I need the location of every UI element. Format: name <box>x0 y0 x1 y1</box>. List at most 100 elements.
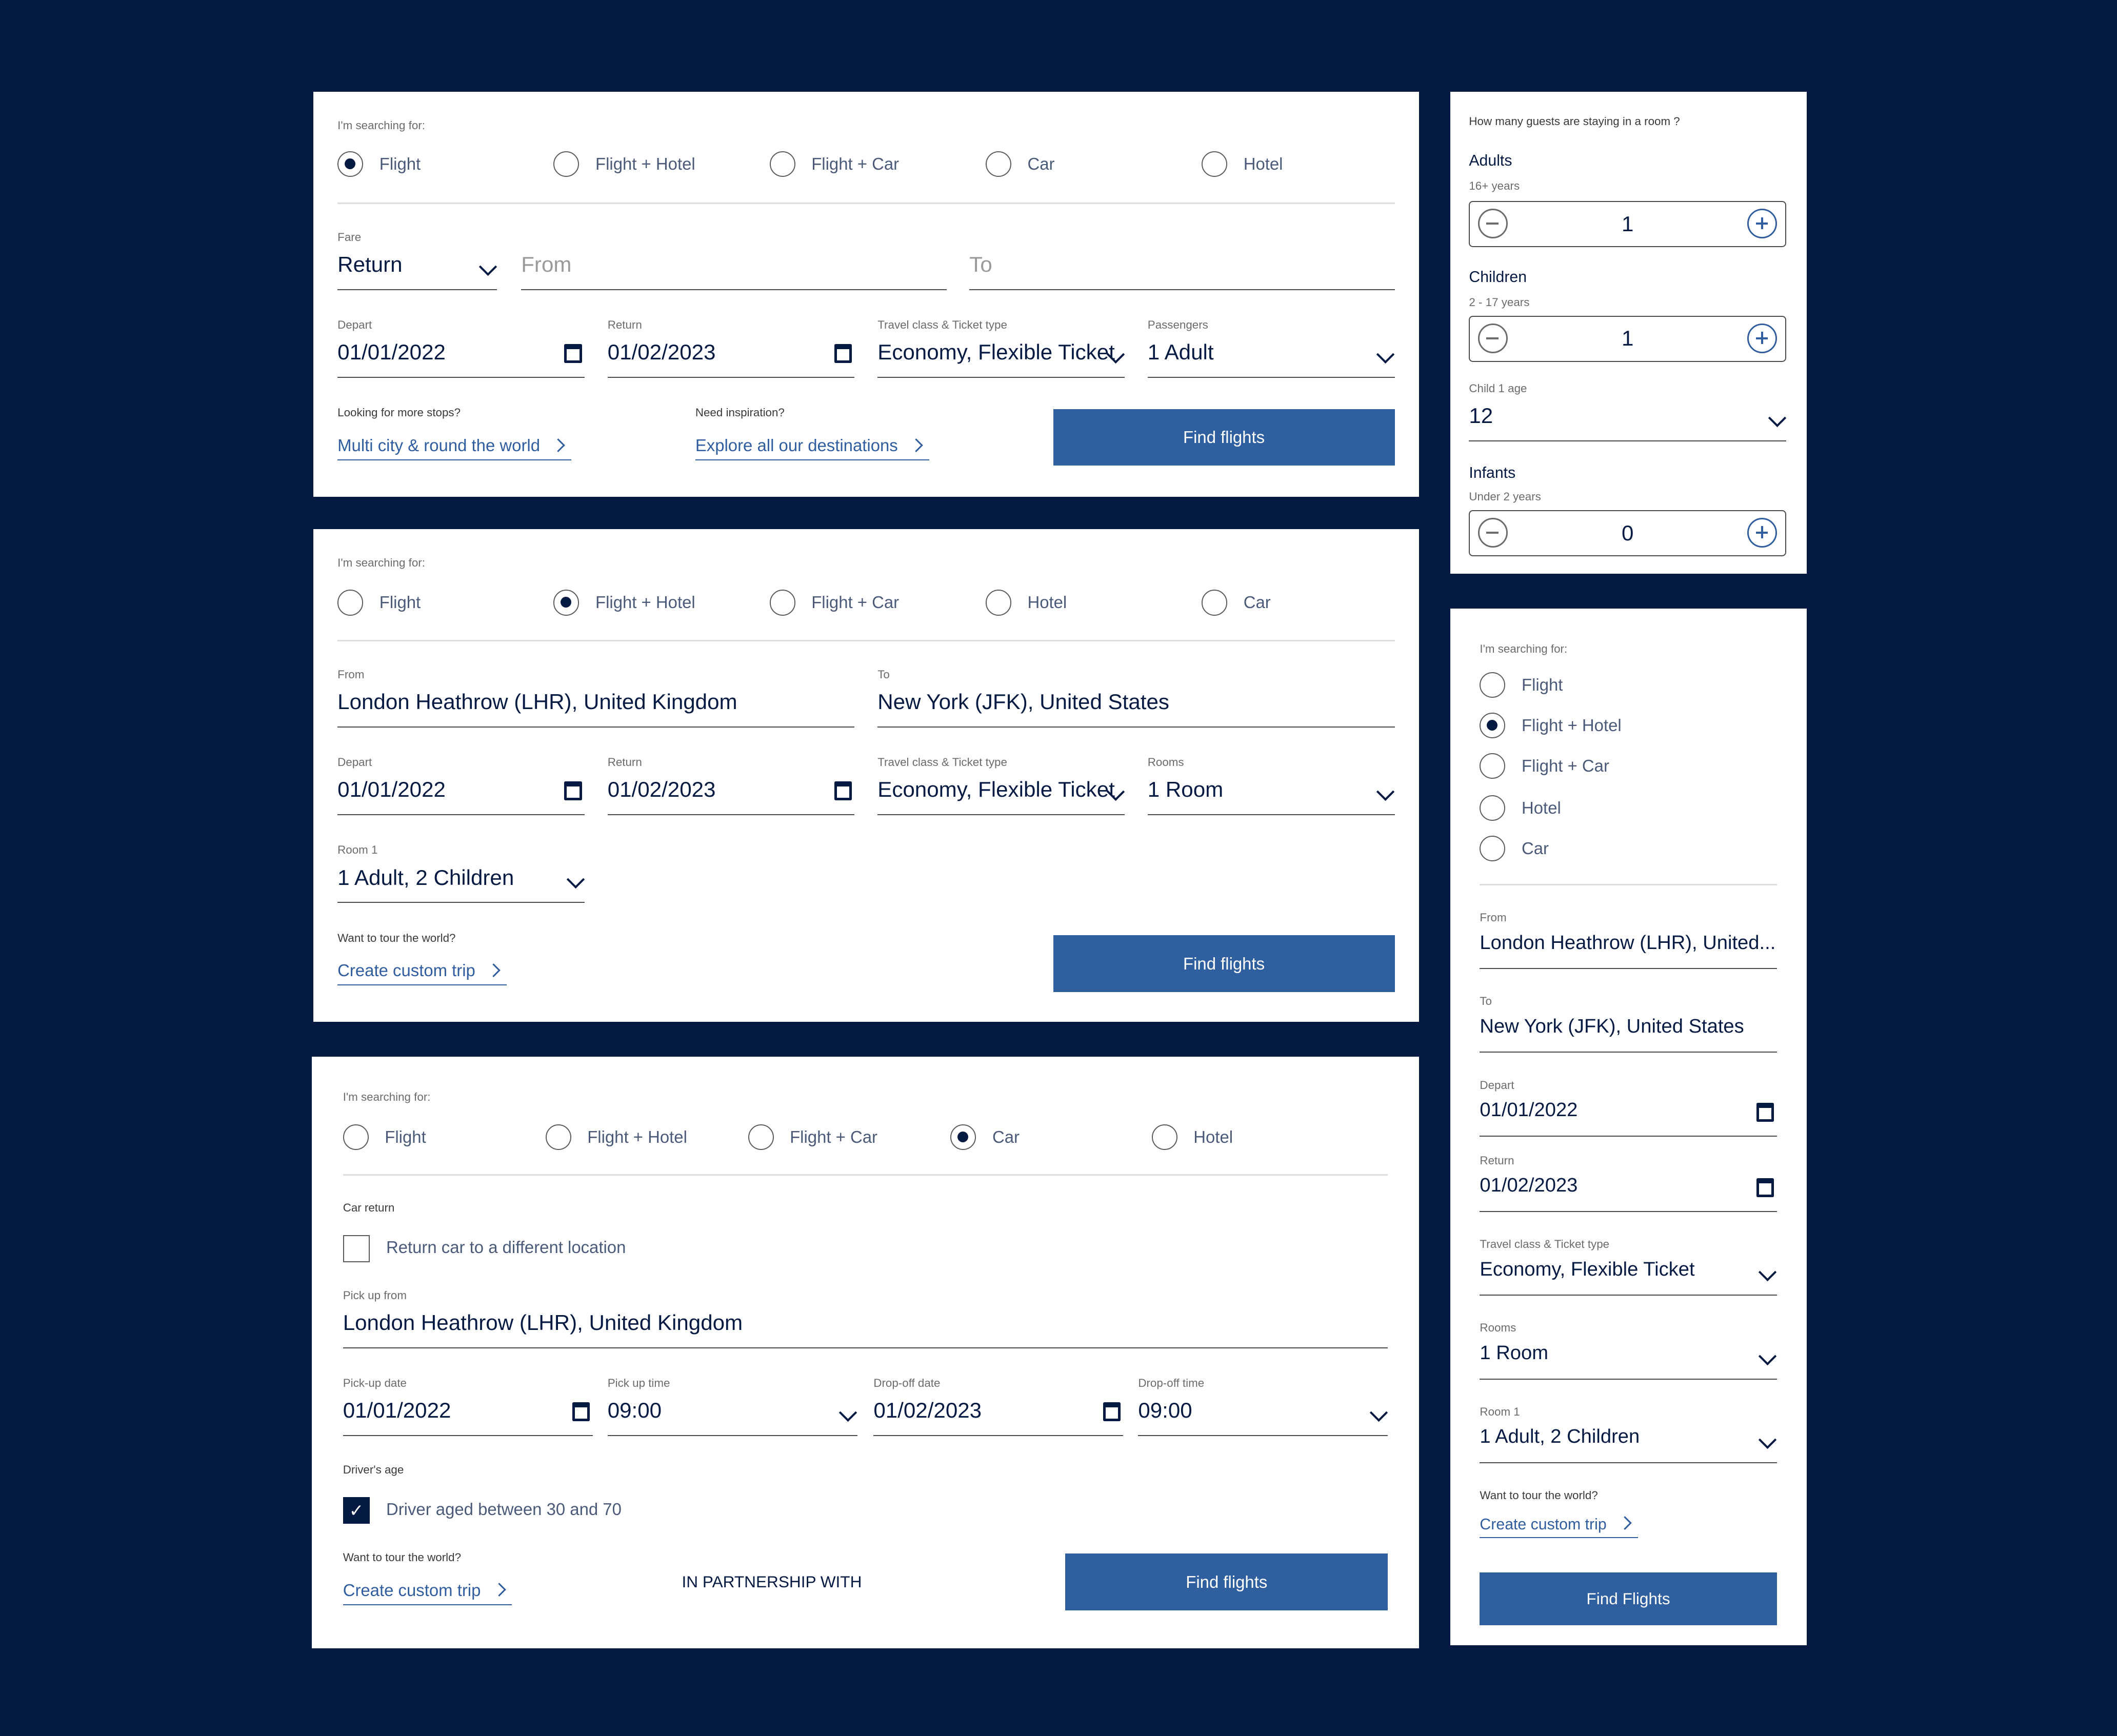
radio-button[interactable] <box>950 1124 976 1150</box>
create-custom-trip-link[interactable]: Create custom trip <box>337 961 507 986</box>
radio-button[interactable] <box>1151 1124 1177 1150</box>
radio-hotel[interactable]: Hotel <box>1151 1124 1233 1150</box>
find-flights-button[interactable]: Find Flights <box>1480 1572 1777 1625</box>
radio-flight-car[interactable]: Flight + Car <box>769 590 899 616</box>
radio-flight-car[interactable]: Flight + Car <box>748 1124 878 1150</box>
create-custom-trip-link[interactable]: Create custom trip <box>1480 1516 1638 1539</box>
calendar-icon[interactable] <box>564 344 582 364</box>
dropoff-date-field[interactable]: 01/02/2023 <box>873 1393 1124 1437</box>
fare-select[interactable]: Return <box>337 247 497 290</box>
divider <box>1480 884 1777 886</box>
return-date-field[interactable]: 01/02/2023 <box>1480 1169 1777 1213</box>
depart-date-field[interactable]: 01/01/2022 <box>337 335 585 378</box>
radio-flight[interactable]: Flight <box>1480 672 1563 698</box>
radio-button[interactable] <box>1480 835 1506 861</box>
radio-car[interactable]: Car <box>985 151 1054 177</box>
find-flights-button[interactable]: Find flights <box>1053 409 1395 466</box>
radio-hotel[interactable]: Hotel <box>1202 151 1283 177</box>
depart-date-field[interactable]: 01/01/2022 <box>1480 1093 1777 1137</box>
depart-date-field[interactable]: 01/01/2022 <box>337 772 585 816</box>
travel-class-select[interactable]: Economy, Flexible Ticket <box>1480 1253 1777 1296</box>
return-different-checkbox[interactable] <box>343 1235 370 1262</box>
plus-icon[interactable] <box>1747 324 1778 354</box>
mobile-search-card: I'm searching for: Flight Flight + Hotel… <box>1450 609 1807 1646</box>
children-sub: 2 - 17 years <box>1469 295 1530 309</box>
radio-hotel[interactable]: Hotel <box>985 590 1067 616</box>
return-date-field[interactable]: 01/02/2023 <box>607 335 855 378</box>
create-custom-trip-link[interactable]: Create custom trip <box>343 1581 512 1605</box>
child-age-select[interactable]: 12 <box>1469 398 1787 441</box>
to-input[interactable]: To <box>969 247 1395 290</box>
radio-hotel[interactable]: Hotel <box>1480 795 1561 821</box>
infants-sub: Under 2 years <box>1469 490 1541 503</box>
room1-select[interactable]: 1 Adult, 2 Children <box>337 860 585 903</box>
from-label: From <box>1480 911 1507 924</box>
radio-button[interactable] <box>748 1124 774 1150</box>
rooms-select[interactable]: 1 Room <box>1147 772 1395 816</box>
to-input[interactable]: New York (JFK), United States <box>1480 1010 1777 1053</box>
radio-car[interactable]: Car <box>1480 835 1549 861</box>
radio-button[interactable] <box>337 151 364 177</box>
from-input[interactable]: From <box>521 247 947 290</box>
radio-button[interactable] <box>1480 753 1506 779</box>
rooms-select[interactable]: 1 Room <box>1480 1336 1777 1380</box>
depart-label: Depart <box>1480 1078 1514 1092</box>
radio-button[interactable] <box>545 1124 571 1150</box>
radio-button[interactable] <box>337 590 364 616</box>
to-input[interactable]: New York (JFK), United States <box>877 684 1395 728</box>
return-date-field[interactable]: 01/02/2023 <box>607 772 855 816</box>
radio-flight[interactable]: Flight <box>337 151 421 177</box>
radio-flight[interactable]: Flight <box>337 590 421 616</box>
driver-age-checkbox[interactable]: ✓ <box>343 1497 370 1524</box>
radio-button[interactable] <box>769 590 795 616</box>
find-flights-button[interactable]: Find flights <box>1053 935 1395 993</box>
radio-button[interactable] <box>343 1124 369 1150</box>
explore-destinations-link[interactable]: Explore all our destinations <box>695 436 929 461</box>
radio-button[interactable] <box>1480 795 1506 821</box>
pickup-date-field[interactable]: 01/01/2022 <box>343 1393 593 1437</box>
radio-button[interactable] <box>1480 713 1506 739</box>
passengers-select[interactable]: 1 Adult <box>1147 335 1395 378</box>
calendar-icon[interactable] <box>834 344 852 364</box>
radio-flight-hotel[interactable]: Flight + Hotel <box>553 151 695 177</box>
radio-car[interactable]: Car <box>950 1124 1020 1150</box>
pickup-time-select[interactable]: 09:00 <box>607 1393 857 1437</box>
radio-flight-car[interactable]: Flight + Car <box>769 151 899 177</box>
radio-flight[interactable]: Flight <box>343 1124 426 1150</box>
infants-stepper[interactable]: 0 <box>1469 510 1787 556</box>
room1-select[interactable]: 1 Adult, 2 Children <box>1480 1420 1777 1463</box>
radio-button[interactable] <box>769 151 795 177</box>
radio-flight-car[interactable]: Flight + Car <box>1480 753 1609 779</box>
pickup-from-input[interactable]: London Heathrow (LHR), United Kingdom <box>343 1305 1388 1349</box>
adults-stepper[interactable]: 1 <box>1469 201 1787 247</box>
travel-class-select[interactable]: Economy, Flexible Ticket <box>877 772 1125 816</box>
radio-flight-hotel[interactable]: Flight + Hotel <box>545 1124 687 1150</box>
radio-button[interactable] <box>1480 672 1506 698</box>
radio-button[interactable] <box>985 590 1011 616</box>
calendar-icon[interactable] <box>1756 1102 1774 1122</box>
from-input[interactable]: London Heathrow (LHR), United Kingdom <box>337 684 855 728</box>
radio-car[interactable]: Car <box>1202 590 1271 616</box>
travel-class-select[interactable]: Economy, Flexible Ticket <box>877 335 1125 378</box>
calendar-icon[interactable] <box>834 781 852 801</box>
calendar-icon[interactable] <box>572 1402 590 1422</box>
find-flights-button[interactable]: Find flights <box>1065 1553 1388 1610</box>
radio-flight-hotel[interactable]: Flight + Hotel <box>553 590 695 616</box>
passengers-value: 1 Adult <box>1147 340 1214 365</box>
radio-button[interactable] <box>985 151 1011 177</box>
from-input[interactable]: London Heathrow (LHR), United... <box>1480 926 1777 970</box>
radio-label: Flight + Car <box>790 1127 878 1147</box>
calendar-icon[interactable] <box>564 781 582 801</box>
children-stepper[interactable]: 1 <box>1469 316 1787 362</box>
radio-button[interactable] <box>553 590 580 616</box>
calendar-icon[interactable] <box>1756 1178 1774 1198</box>
dropoff-time-select[interactable]: 09:00 <box>1138 1393 1388 1437</box>
radio-flight-hotel[interactable]: Flight + Hotel <box>1480 713 1622 739</box>
searching-for-label: I'm searching for: <box>337 118 425 132</box>
radio-button[interactable] <box>1202 151 1228 177</box>
calendar-icon[interactable] <box>1103 1402 1121 1422</box>
radio-button[interactable] <box>553 151 580 177</box>
depart-date-value: 01/01/2022 <box>1480 1098 1578 1121</box>
multi-city-link[interactable]: Multi city & round the world <box>337 436 571 461</box>
radio-button[interactable] <box>1202 590 1228 616</box>
